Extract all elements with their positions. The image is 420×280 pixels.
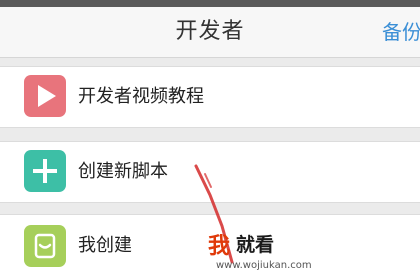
- watermark-url: www.wojiukan.com: [216, 260, 312, 271]
- menu-item-video-tutorial[interactable]: 开发者视频教程: [0, 66, 420, 128]
- watermark-logo: 我 就看 www.wojiukan.com: [208, 228, 330, 278]
- backup-button[interactable]: 备份: [382, 7, 420, 57]
- watermark-text-part2: 就看: [236, 234, 275, 256]
- top-navigation-bar: 开发者 备份: [0, 7, 420, 58]
- app-screen: 开发者 备份 开发者视频教程 创建新脚本 我创建 我 就看 www.wojiuk…: [0, 0, 420, 280]
- menu-item-label: 开发者视频教程: [78, 86, 204, 107]
- menu-item-label: 我创建: [78, 235, 132, 256]
- document-icon: [24, 225, 66, 267]
- menu-item-create-script[interactable]: 创建新脚本: [0, 141, 420, 203]
- page-title: 开发者: [175, 19, 245, 44]
- status-bar: [0, 0, 420, 7]
- menu-item-label: 创建新脚本: [78, 161, 168, 182]
- play-icon: [24, 75, 66, 117]
- watermark-text-part1: 我: [208, 234, 231, 259]
- plus-icon: [24, 150, 66, 192]
